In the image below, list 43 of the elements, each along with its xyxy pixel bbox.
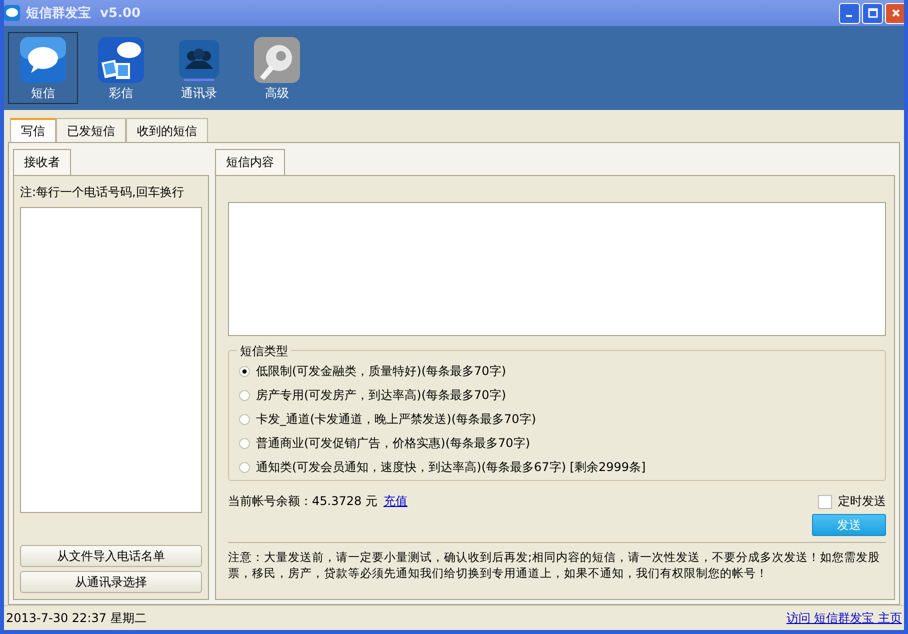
minimize-button[interactable] bbox=[839, 2, 860, 24]
mms-photos-icon bbox=[98, 37, 144, 83]
toolbar-button[interactable]: 高级 bbox=[242, 32, 312, 104]
message-field[interactable] bbox=[228, 202, 886, 336]
people-icon bbox=[176, 37, 222, 83]
panel-tab[interactable]: 接收者 bbox=[13, 149, 71, 175]
phone-list-field[interactable] bbox=[20, 207, 202, 513]
option-label[interactable]: 普通商业(可发促销广告，价格实惠)(每条最多70字) bbox=[256, 435, 530, 452]
balance-text: 当前帐号余额：45.3728 元 bbox=[228, 493, 378, 510]
radio-button[interactable] bbox=[239, 366, 250, 377]
homepage-link[interactable]: 访问 短信群发宝 主页 bbox=[786, 610, 902, 626]
tab[interactable]: 收到的短信 bbox=[126, 118, 208, 142]
datetime-text: 2013-7-30 22:37 星期二 bbox=[6, 610, 146, 626]
maximize-button[interactable] bbox=[862, 2, 883, 24]
option-label[interactable]: 卡发_通道(卡发通道，晚上严禁发送)(每条最多70字) bbox=[256, 411, 536, 428]
minimize-icon bbox=[846, 15, 852, 17]
notice-text: 注意：大量发送前，请一定要小量测试，确认收到后再发;相同内容的短信，请一次性发送，不要分成多次发送！如您需发股票，移民，房产，贷款等必须先通知我们给切换到专用通道上，如果不通知，我们有权限制您的帐号！ bbox=[228, 542, 886, 581]
option-label[interactable]: 通知类(可发会员通知，速度快，到达率高)(每条最多67字) [剩余2999条] bbox=[256, 459, 646, 476]
tab[interactable]: 写信 bbox=[10, 118, 56, 142]
checkbox-label[interactable]: 定时发送 bbox=[838, 493, 886, 510]
window-title: 短信群发宝 v5.00 bbox=[26, 4, 141, 22]
panel-tab[interactable]: 短信内容 bbox=[215, 149, 285, 175]
option-label[interactable]: 房产专用(可发房产，到达率高)(每条最多70字) bbox=[256, 387, 506, 404]
toolbar-button[interactable]: 彩信 bbox=[86, 32, 156, 104]
option-label[interactable]: 低限制(可发金融类，质量特好)(每条最多70字) bbox=[256, 363, 506, 380]
recharge-link[interactable]: 充值 bbox=[383, 493, 408, 510]
hint-text: 注:每行一个电话号码,回车换行 bbox=[20, 184, 185, 201]
toolbar-button[interactable]: 短信 bbox=[8, 32, 78, 104]
close-button[interactable] bbox=[885, 2, 904, 24]
radio-button[interactable] bbox=[239, 414, 250, 425]
group-legend: 短信类型 bbox=[237, 343, 291, 360]
import-button[interactable]: 从通讯录选择 bbox=[20, 571, 202, 593]
toolbar-button[interactable]: 通讯录 bbox=[164, 32, 234, 104]
radio-button[interactable] bbox=[239, 438, 250, 449]
app-icon bbox=[4, 5, 20, 21]
radio-button[interactable] bbox=[239, 462, 250, 473]
close-icon bbox=[890, 8, 900, 18]
maximize-icon bbox=[868, 8, 878, 18]
sms-bubble-icon bbox=[20, 37, 66, 83]
checkbox[interactable] bbox=[818, 494, 832, 508]
radio-button[interactable] bbox=[239, 390, 250, 401]
tab[interactable]: 已发短信 bbox=[56, 118, 126, 142]
import-button[interactable]: 从文件导入电话名单 bbox=[20, 545, 202, 567]
